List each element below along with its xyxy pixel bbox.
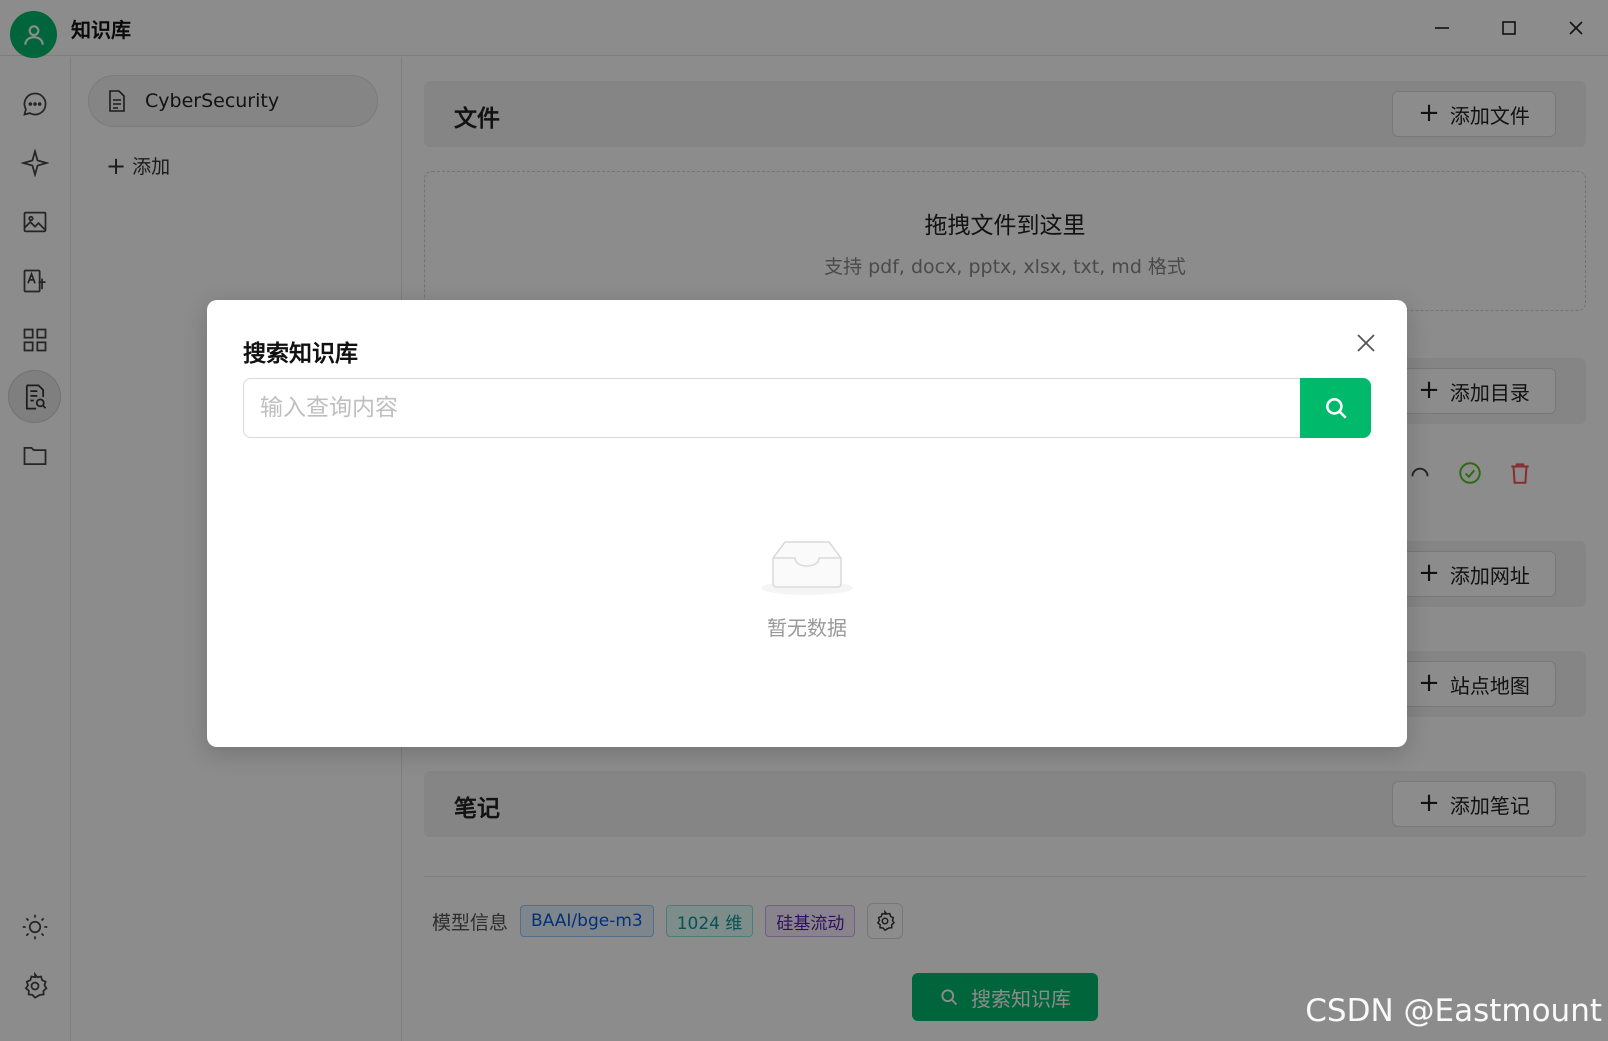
search-row (243, 378, 1371, 438)
watermark: CSDN @Eastmount (1305, 993, 1602, 1029)
empty-text: 暂无数据 (767, 616, 847, 640)
modal-close-button[interactable] (1349, 326, 1383, 360)
search-modal: 搜索知识库 暂无数据 (207, 300, 1407, 747)
modal-title: 搜索知识库 (243, 341, 358, 367)
close-icon (1357, 334, 1375, 352)
app-window: 知识库 CyberSecurity + 添加 文件 + 添加文件 拖拽文件到这里… (0, 0, 1608, 1041)
search-icon (1325, 398, 1347, 419)
empty-inbox-icon (761, 541, 853, 595)
search-input[interactable] (243, 378, 1300, 438)
empty-state: 暂无数据 (207, 532, 1407, 641)
search-button[interactable] (1300, 378, 1371, 438)
